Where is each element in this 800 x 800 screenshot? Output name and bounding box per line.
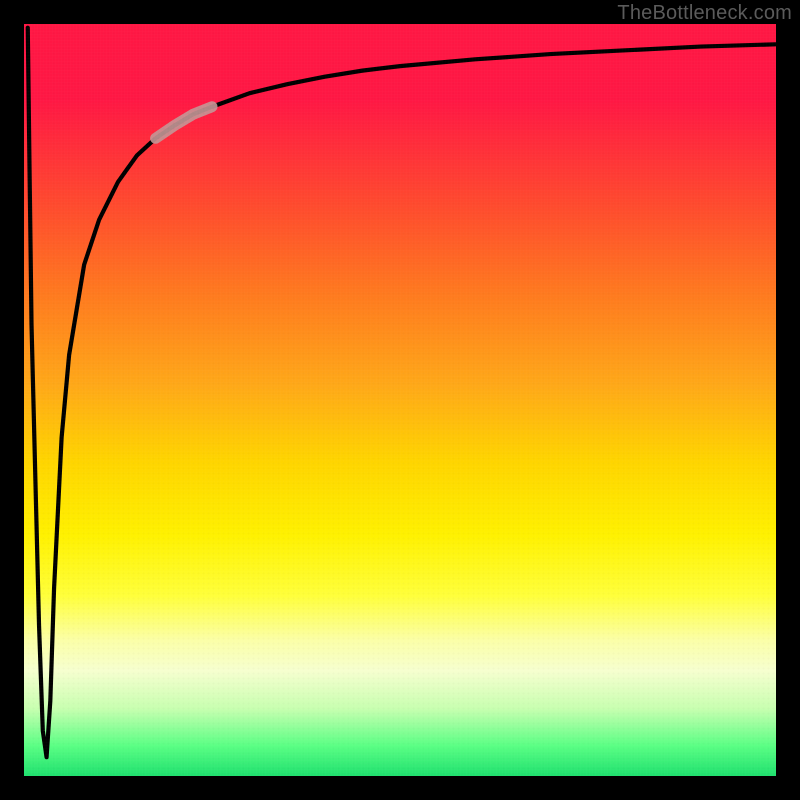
curve-layer [24, 24, 776, 776]
highlight-segment [156, 107, 212, 139]
watermark-text: TheBottleneck.com [617, 2, 792, 25]
plot-area [24, 24, 776, 776]
chart-container: TheBottleneck.com [0, 0, 800, 800]
bottleneck-curve [28, 28, 776, 757]
